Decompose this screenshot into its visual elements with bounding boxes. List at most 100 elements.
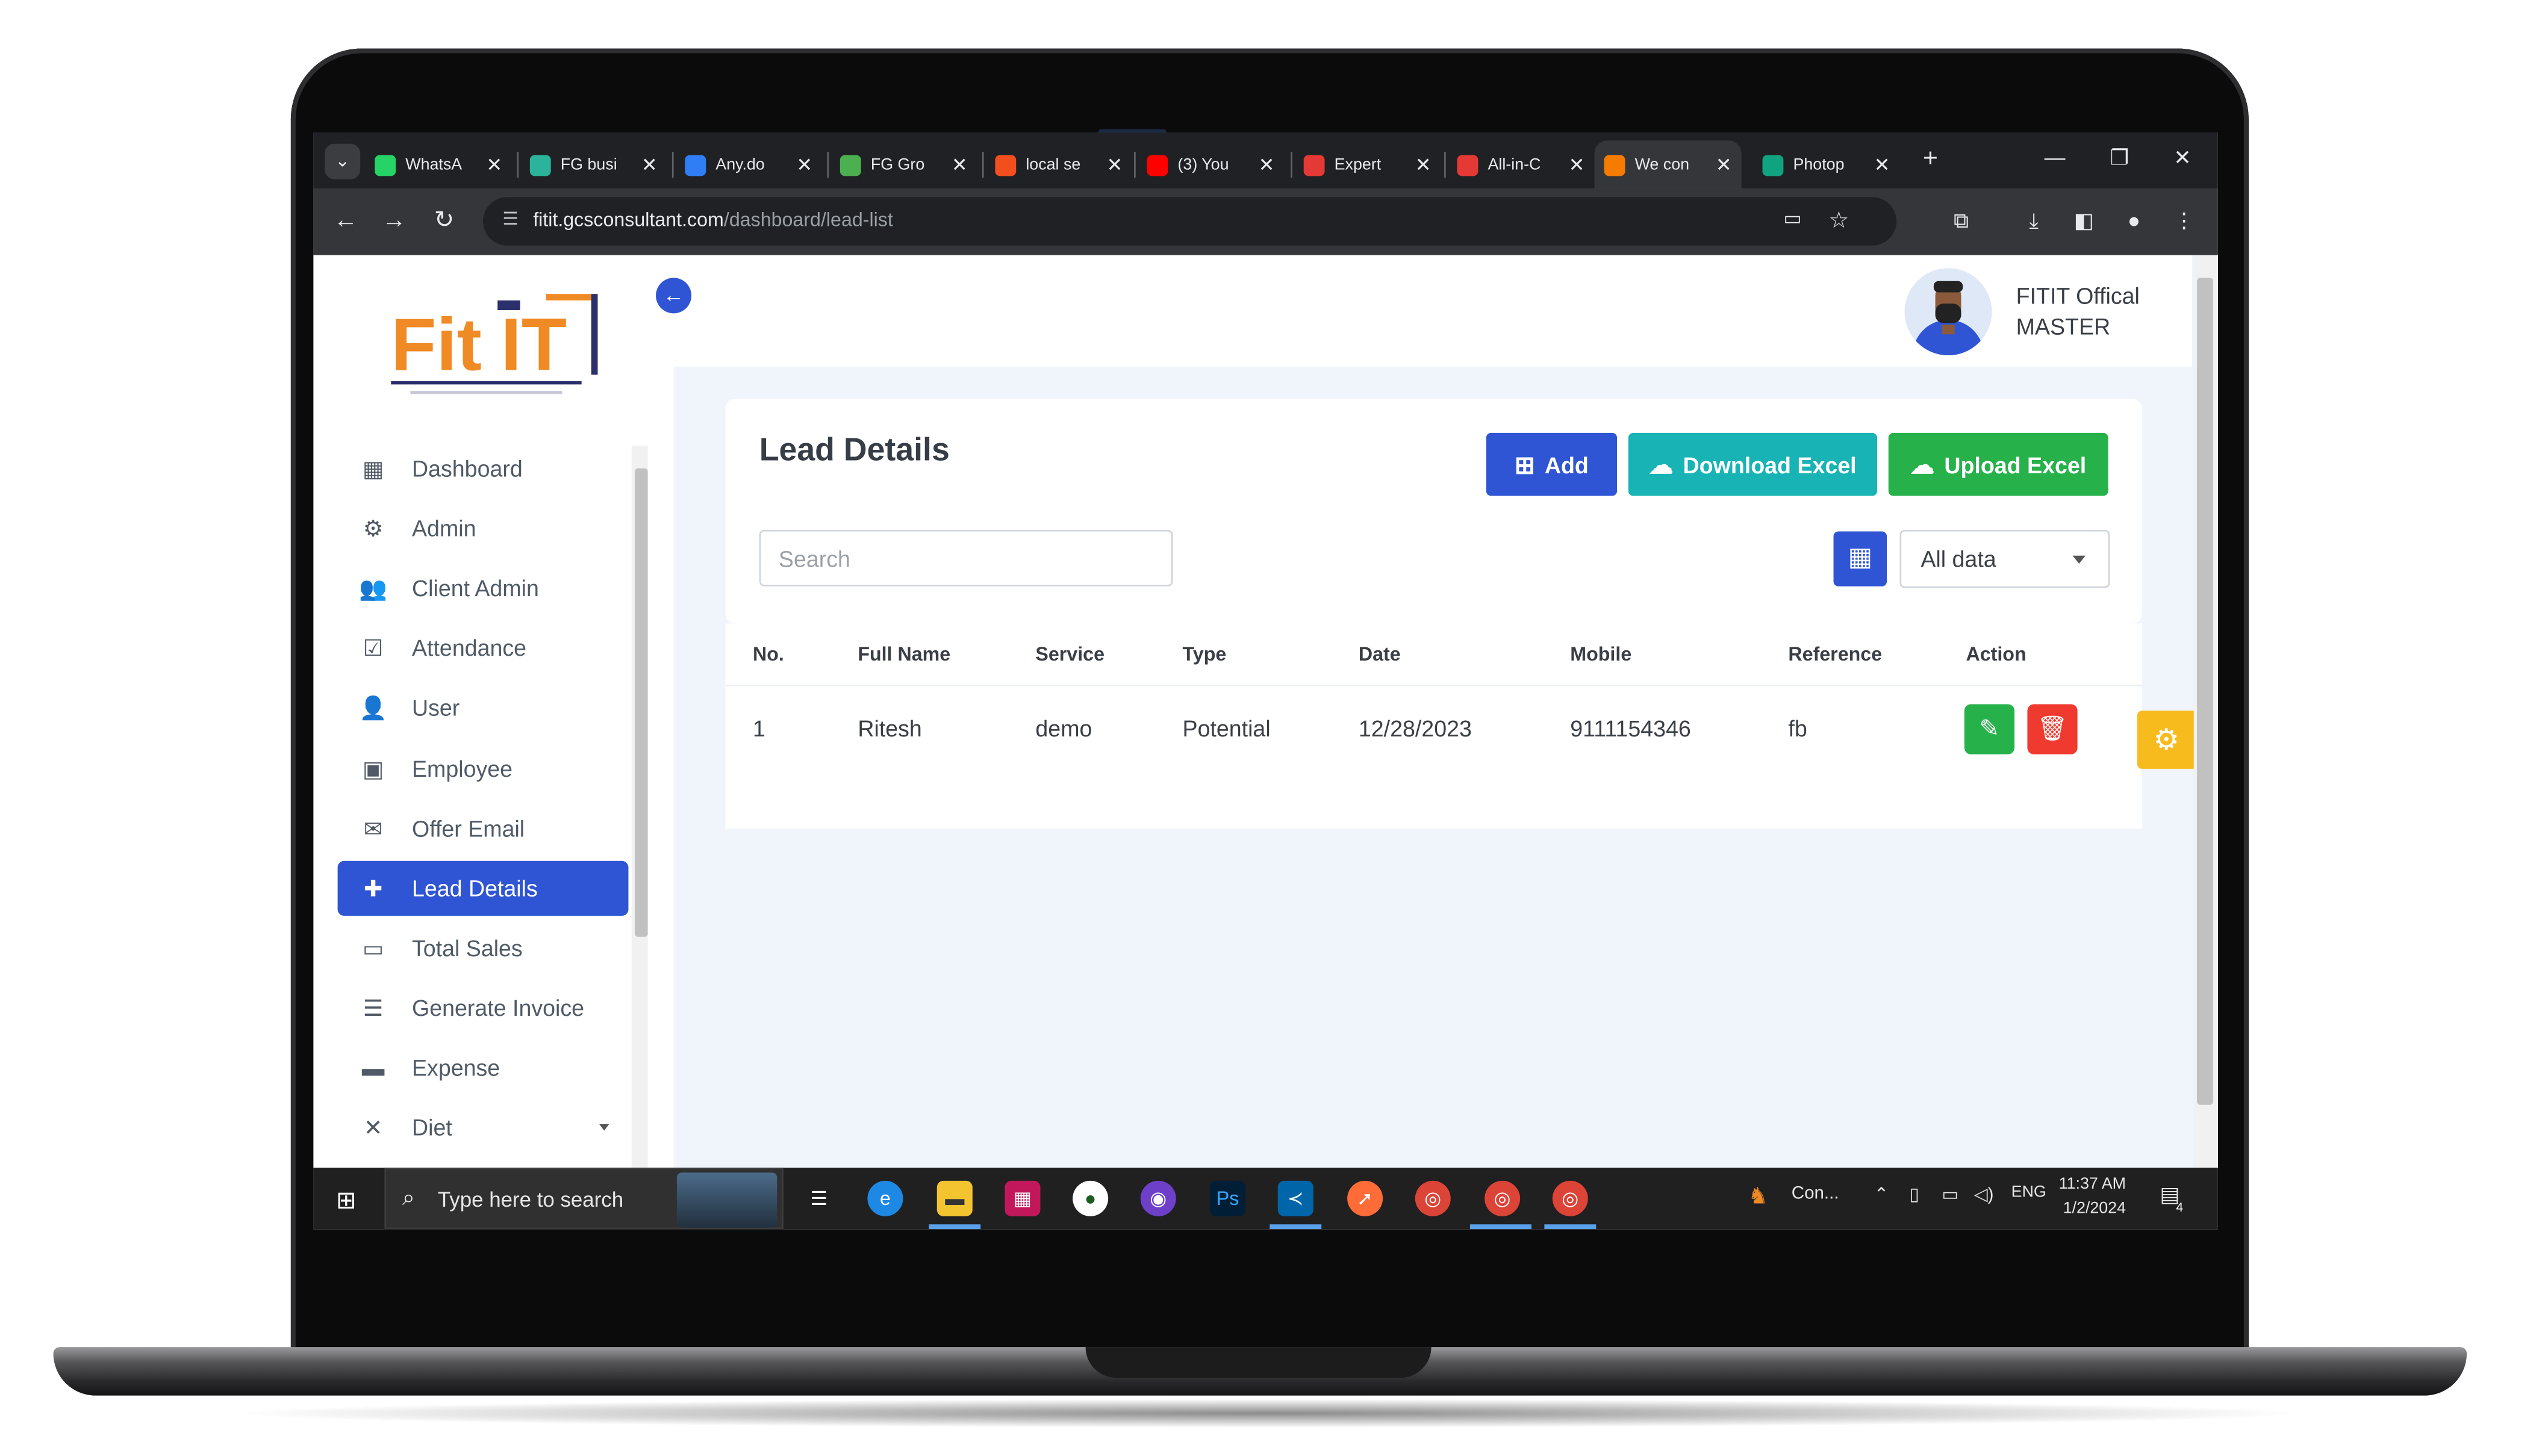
forward-button[interactable]: → <box>378 205 411 238</box>
tab-favicon-icon <box>1762 154 1784 176</box>
tab-close-icon[interactable]: ✕ <box>1569 154 1585 176</box>
sidebar-item[interactable]: ✕ Diet <box>338 1100 629 1155</box>
browser-tab[interactable]: Photop ✕ <box>1762 144 1890 186</box>
file-explorer-icon[interactable]: ▬ <box>936 1180 973 1216</box>
app-icon-paint[interactable]: ▦ <box>1005 1180 1041 1216</box>
profile-icon[interactable]: ● <box>2118 205 2151 238</box>
chrome-profile-icon[interactable]: ◎ <box>1485 1180 1521 1216</box>
side-panel-icon[interactable]: ◧ <box>2067 205 2100 238</box>
back-button[interactable]: ← <box>329 205 362 238</box>
tab-close-icon[interactable]: ✕ <box>486 154 502 176</box>
taskbar-search-box[interactable]: ⌕ Type here to search <box>384 1168 784 1230</box>
taskbar-clock[interactable]: 11:37 AM 1/2/2024 <box>2058 1172 2126 1221</box>
sidebar-item-label: Employee <box>412 755 513 781</box>
cell-mobile: 9111154346 <box>1570 715 1691 742</box>
sidebar-item[interactable]: ✉ Offer Email <box>338 800 629 855</box>
tab-search-button[interactable]: ⌄ <box>325 143 361 179</box>
search-input[interactable]: Search <box>759 529 1173 586</box>
upload-excel-button[interactable]: ☁ Upload Excel <box>1888 432 2108 496</box>
user-avatar[interactable] <box>1904 268 1992 356</box>
add-button[interactable]: ⊞ Add <box>1486 432 1618 496</box>
bookmark-star-icon[interactable]: ☆ <box>1828 207 1849 234</box>
vscode-icon[interactable]: ≺ <box>1277 1180 1313 1216</box>
task-view-icon[interactable]: ☰ <box>801 1181 837 1216</box>
sidebar-item[interactable]: 👤 User <box>338 680 629 735</box>
new-tab-button[interactable]: + <box>1915 145 1947 174</box>
sidebar-item[interactable]: ✚ Lead Details <box>337 860 629 916</box>
cast-icon[interactable]: ▭ <box>1783 207 1801 229</box>
chrome-icon[interactable]: ◎ <box>1415 1180 1451 1216</box>
language-indicator[interactable]: ENG <box>2011 1184 2046 1202</box>
photoshop-icon[interactable]: Ps <box>1210 1180 1246 1216</box>
data-filter-select[interactable]: All data <box>1899 529 2110 588</box>
browser-tab[interactable]: FG Gro ✕ <box>840 144 968 186</box>
tray-app-label[interactable]: Con... <box>1792 1184 1839 1203</box>
browser-tab[interactable]: All-in-C ✕ <box>1457 144 1585 186</box>
more-menu-icon[interactable]: ⋮ <box>2168 205 2201 238</box>
browser-tab[interactable]: Any.do ✕ <box>685 144 812 186</box>
download-icon[interactable]: ⤓ <box>2017 205 2050 238</box>
delete-lead-button[interactable]: 🗑 <box>2027 704 2078 754</box>
sidebar-item[interactable]: ☰ Generate Invoice <box>338 980 629 1035</box>
sidebar-scroll-thumb[interactable] <box>635 468 648 937</box>
postman-icon[interactable]: ➚ <box>1347 1180 1383 1216</box>
tab-close-icon[interactable]: ✕ <box>952 154 968 176</box>
browser-tab[interactable]: Expert ✕ <box>1303 144 1432 186</box>
wallet-icon: ▬ <box>361 1054 385 1081</box>
download-excel-button[interactable]: ☁ Download Excel <box>1628 432 1877 496</box>
tab-close-icon[interactable]: ✕ <box>1106 154 1123 176</box>
restore-button[interactable]: ❐ <box>2103 145 2136 171</box>
sidebar-item[interactable]: ▬ Expense <box>338 1040 629 1095</box>
sidebar-item[interactable]: ▭ Total Sales <box>338 920 629 975</box>
filter-value: All data <box>1921 546 1996 572</box>
browser-tab[interactable]: (3) You ✕ <box>1147 144 1275 186</box>
tab-close-icon[interactable]: ✕ <box>1259 154 1275 176</box>
taskbar-search-text: Type here to search <box>437 1187 624 1212</box>
browser-tab[interactable]: FG busi ✕ <box>529 144 658 186</box>
tray-app-icon[interactable]: ♞ <box>1748 1183 1768 1210</box>
tab-separator <box>982 152 984 178</box>
github-icon[interactable]: ◉ <box>1140 1180 1176 1216</box>
page-scroll-thumb[interactable] <box>2197 278 2213 1105</box>
sidebar-item[interactable]: ☑ Attendance <box>338 621 629 676</box>
site-info-icon[interactable]: ☰ <box>499 208 522 231</box>
badge-icon: ▣ <box>362 755 384 781</box>
edge-icon[interactable]: e <box>867 1180 903 1216</box>
browser-tab[interactable]: WhatsA ✕ <box>375 144 502 186</box>
reload-button[interactable]: ↻ <box>428 205 461 238</box>
edit-lead-button[interactable]: ✎ <box>1964 704 2014 754</box>
mail-icon: ✉ <box>363 815 383 841</box>
tab-close-icon[interactable]: ✕ <box>1874 154 1890 176</box>
user-info[interactable]: FITIT Offical MASTER <box>2016 281 2140 343</box>
address-bar[interactable]: ☰ fitit.gcsconsultant.com/dashboard/lead… <box>483 197 1897 246</box>
sidebar-item[interactable]: ⚙ Admin <box>338 501 629 556</box>
browser-tab[interactable]: local se ✕ <box>995 144 1123 186</box>
laptop-shadow <box>226 1398 2310 1428</box>
tray-chevron-icon[interactable]: ⌃ <box>1874 1184 1889 1205</box>
tab-favicon-icon <box>529 154 551 176</box>
settings-gear-button[interactable]: ⚙ <box>2137 711 2196 769</box>
battery-icon[interactable]: ▯ <box>1910 1184 1919 1205</box>
tab-close-icon[interactable]: ✕ <box>1415 154 1432 176</box>
network-icon[interactable]: ▭ <box>1942 1184 1958 1205</box>
close-window-button[interactable]: ✕ <box>2166 145 2199 171</box>
date-picker-button[interactable]: ▦ <box>1833 531 1887 586</box>
column-header: Type <box>1182 642 1227 666</box>
chrome-profile-2-icon[interactable]: ◎ <box>1552 1180 1588 1216</box>
tab-close-icon[interactable]: ✕ <box>1716 154 1732 176</box>
utensils-icon: ✕ <box>363 1115 383 1141</box>
tab-close-icon[interactable]: ✕ <box>641 154 658 176</box>
app-icon-circle[interactable]: ● <box>1073 1180 1109 1216</box>
sidebar-item[interactable]: 👥 Client Admin <box>338 561 629 615</box>
sidebar-item[interactable]: ▦ Dashboard <box>338 441 629 496</box>
admin-icon: ⚙ <box>363 515 384 541</box>
windows-start-icon[interactable]: ⊞ <box>336 1186 357 1215</box>
tab-close-icon[interactable]: ✕ <box>796 154 812 176</box>
tab-separator <box>671 152 674 178</box>
volume-icon[interactable]: ◁) <box>1974 1184 1994 1205</box>
collapse-sidebar-button[interactable]: ← <box>656 278 692 314</box>
minimize-button[interactable]: — <box>2039 145 2071 169</box>
extensions-icon[interactable]: ⧉ <box>1945 205 1978 238</box>
sidebar-item[interactable]: ▣ Employee <box>338 741 629 795</box>
browser-tab[interactable]: We con ✕ <box>1594 140 1742 189</box>
